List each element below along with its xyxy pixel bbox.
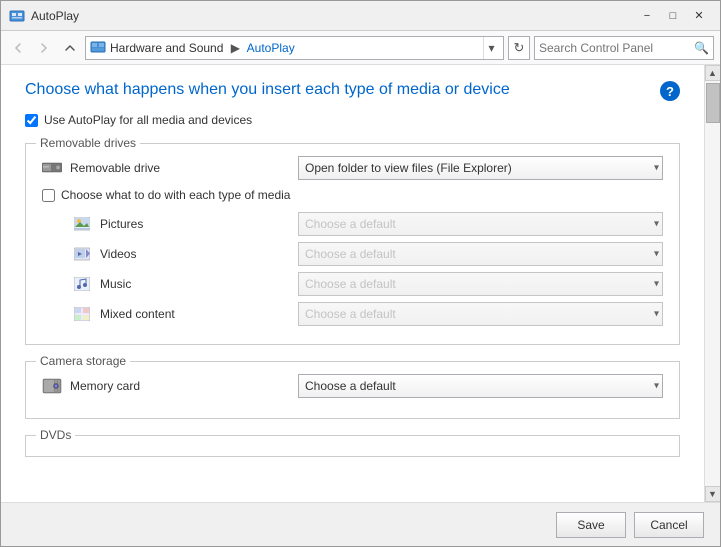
scroll-track[interactable] [705,81,721,486]
videos-label: Videos [100,247,290,261]
scroll-up-button[interactable]: ▲ [705,65,721,81]
removable-drives-section: Removable drives Removable drive Open fo… [25,143,680,345]
search-box[interactable]: 🔍 [534,36,714,60]
title-bar-controls: − □ ✕ [634,5,712,27]
memory-card-icon [42,378,62,394]
scroll-down-button[interactable]: ▼ [705,486,721,502]
address-bar[interactable]: Hardware and Sound ▶ AutoPlay ▾ [85,36,504,60]
videos-icon [72,246,92,262]
removable-drive-icon [42,160,62,176]
page-title: Choose what happens when you insert each… [25,81,510,99]
help-button[interactable]: ? [660,81,680,101]
removable-drive-row: Removable drive Open folder to view file… [42,156,663,180]
media-checkbox-row: Choose what to do with each type of medi… [42,188,663,202]
search-input[interactable] [539,41,694,55]
videos-select-wrapper[interactable]: Choose a default ▾ [298,242,663,266]
cancel-button[interactable]: Cancel [634,512,704,538]
window-title: AutoPlay [31,9,79,23]
memory-card-select-wrapper[interactable]: Choose a default Import photos and video… [298,374,663,398]
title-bar-left: AutoPlay [9,8,79,24]
music-row: Music Choose a default ▾ [72,272,663,296]
forward-icon [38,42,50,54]
nav-bar: Hardware and Sound ▶ AutoPlay ▾ ↻ 🔍 [1,31,720,65]
memory-card-label: Memory card [70,379,290,393]
music-select[interactable]: Choose a default [298,272,663,296]
mixed-content-select[interactable]: Choose a default [298,302,663,326]
mixed-content-icon [72,306,92,322]
autoplay-checkbox-label[interactable]: Use AutoPlay for all media and devices [44,113,252,127]
pictures-icon [72,216,92,232]
memory-card-row: Memory card Choose a default Import phot… [42,374,663,398]
camera-storage-title: Camera storage [36,354,130,368]
removable-drive-label: Removable drive [70,161,290,175]
back-icon [12,42,24,54]
up-icon [64,42,76,54]
control-panel-icon [90,41,106,55]
pictures-select[interactable]: Choose a default [298,212,663,236]
address-bar-icon [90,40,106,56]
dvds-title: DVDs [36,428,75,442]
mixed-content-select-wrapper[interactable]: Choose a default ▾ [298,302,663,326]
footer: Save Cancel [1,502,720,546]
search-icon[interactable]: 🔍 [694,41,709,55]
forward-button[interactable] [33,37,55,59]
camera-storage-section: Camera storage Memory card Choose [25,361,680,419]
videos-row: Videos Choose a default ▾ [72,242,663,266]
removable-drive-select[interactable]: Open folder to view files (File Explorer… [298,156,663,180]
refresh-button[interactable]: ↻ [508,36,530,60]
removable-drives-title: Removable drives [36,136,140,150]
save-button[interactable]: Save [556,512,626,538]
content-area: Choose what happens when you insert each… [1,65,704,502]
scroll-thumb[interactable] [706,83,720,123]
dvds-section: DVDs [25,435,680,457]
refresh-icon: ↻ [514,40,525,56]
pictures-select-wrapper[interactable]: Choose a default ▾ [298,212,663,236]
window-icon [9,8,25,24]
main-content: Choose what happens when you insert each… [1,65,720,502]
removable-drive-select-wrapper[interactable]: Open folder to view files (File Explorer… [298,156,663,180]
mixed-content-label: Mixed content [100,307,290,321]
up-button[interactable] [59,37,81,59]
pictures-row: Pictures Choose a default ▾ [72,212,663,236]
close-button[interactable]: ✕ [686,5,712,27]
scrollbar[interactable]: ▲ ▼ [704,65,720,502]
media-checkbox-label[interactable]: Choose what to do with each type of medi… [61,188,290,202]
autoplay-checkbox-row: Use AutoPlay for all media and devices [25,113,680,127]
autoplay-checkbox[interactable] [25,114,38,127]
back-button[interactable] [7,37,29,59]
music-select-wrapper[interactable]: Choose a default ▾ [298,272,663,296]
media-type-checkbox[interactable] [42,189,55,202]
minimize-button[interactable]: − [634,5,660,27]
videos-select[interactable]: Choose a default [298,242,663,266]
mixed-content-row: Mixed content Choose a default ▾ [72,302,663,326]
pictures-label: Pictures [100,217,290,231]
music-icon [72,276,92,292]
breadcrumb-hardware: Hardware and Sound ▶ AutoPlay [110,41,479,55]
page-heading: Choose what happens when you insert each… [25,81,680,101]
music-label: Music [100,277,290,291]
maximize-button[interactable]: □ [660,5,686,27]
address-chevron[interactable]: ▾ [483,37,499,59]
memory-card-select[interactable]: Choose a default Import photos and video… [298,374,663,398]
title-bar: AutoPlay − □ ✕ [1,1,720,31]
